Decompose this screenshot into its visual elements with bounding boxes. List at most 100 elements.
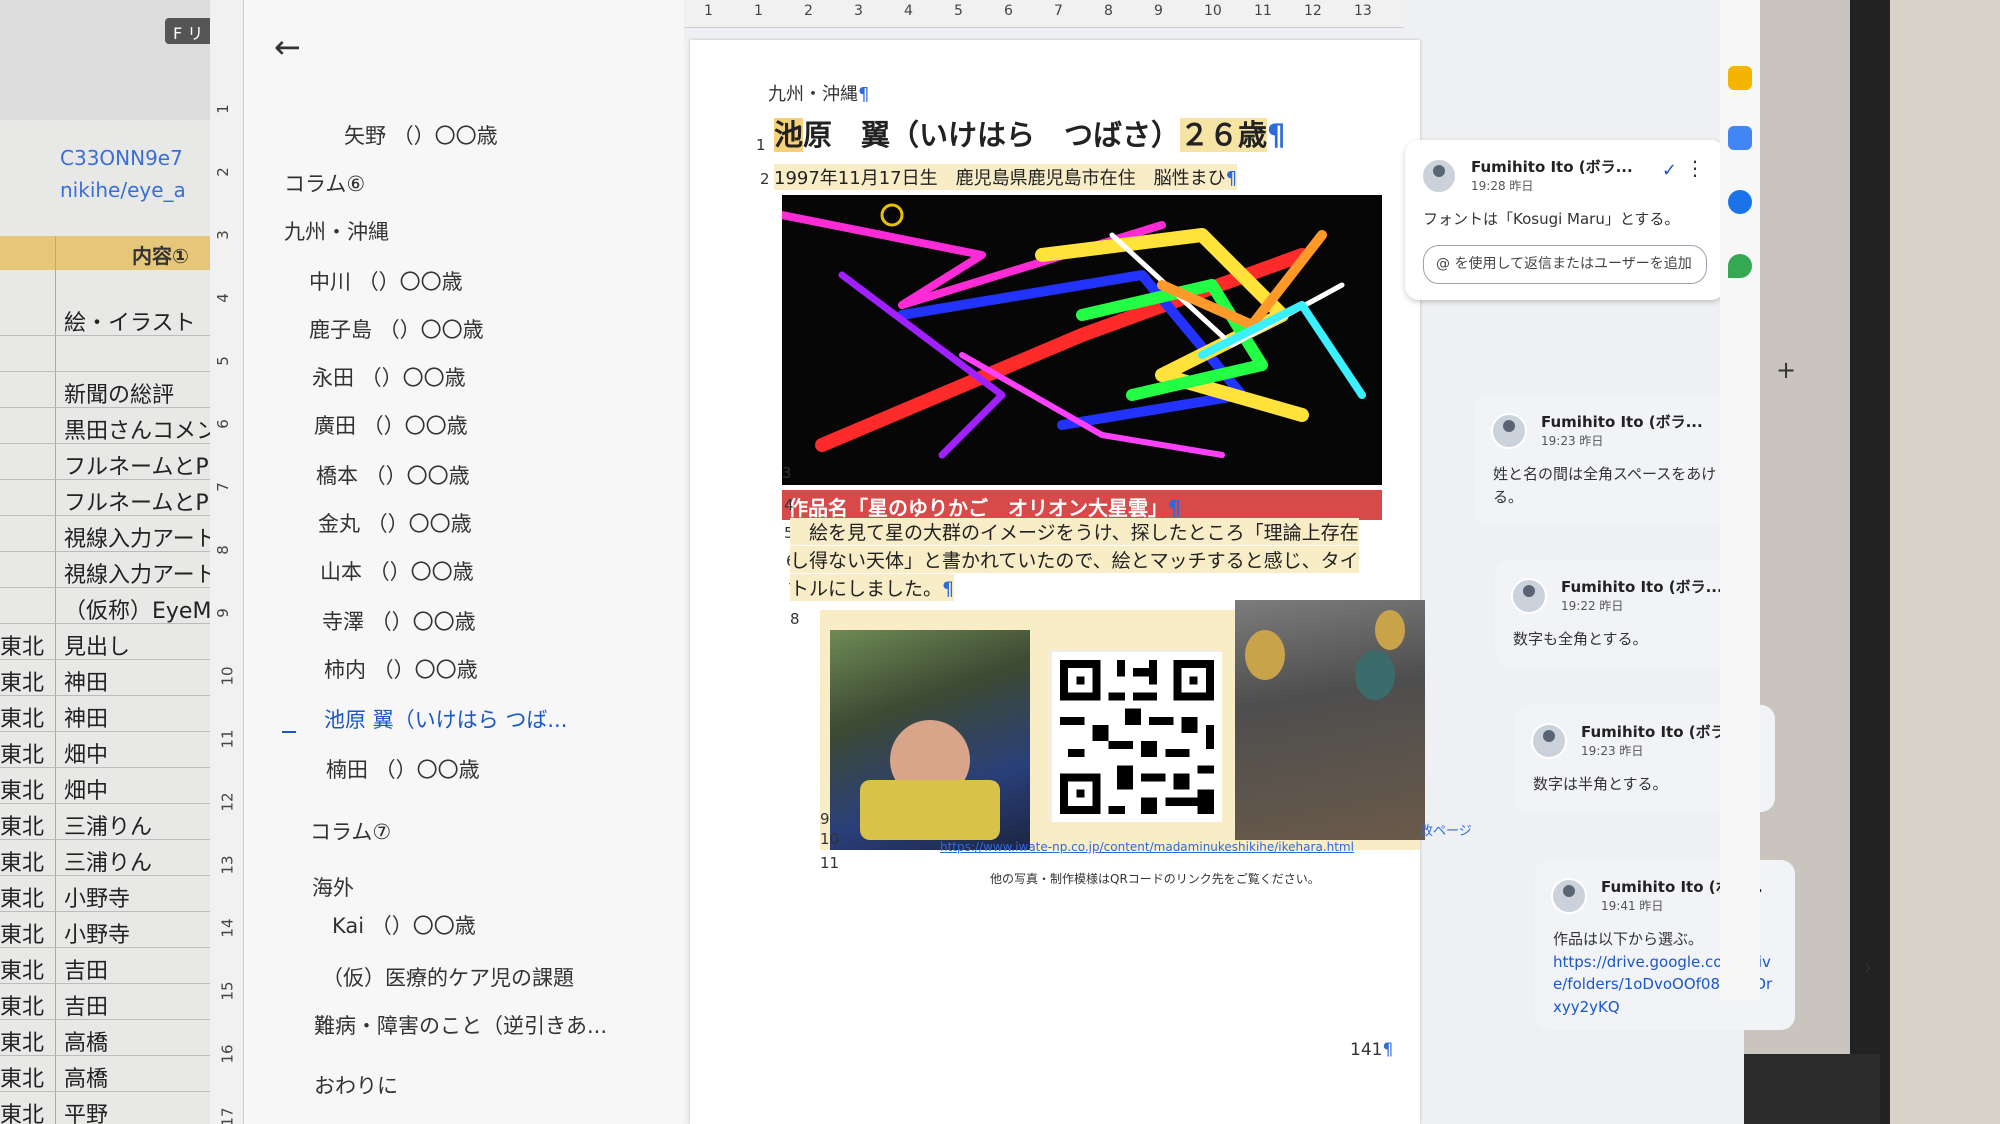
outline-item[interactable]: 池原 翼（いけはら つば... [324,704,567,734]
blanket [860,780,1000,840]
sheet-region-cell[interactable]: 東北 [0,737,52,769]
sheet-content-cell[interactable]: （仮称）EyeMo [64,593,225,625]
profile-line[interactable]: 1997年11月17日生 鹿児島県鹿児島市在住 脳性まひ¶ [774,164,1238,190]
tasks-icon[interactable] [1728,126,1752,150]
back-arrow-icon[interactable]: ← [274,28,301,66]
outline-item[interactable]: 難病・障害のこと（逆引きあ... [314,1010,607,1040]
sheet-content-cell[interactable]: 黒田さんコメン [64,413,218,445]
sheet-region-cell[interactable]: 東北 [0,665,52,697]
outline-item[interactable]: コラム⑥ [284,168,365,198]
sheet-content-cell[interactable]: フルネームとP [64,449,209,481]
sheet-content-cell[interactable]: 神田 [64,665,108,697]
sheet-content-cell[interactable]: 新聞の総評 [64,377,174,409]
comment-card[interactable]: Fumihito Ito (ボラ... 19:23 昨日 姓と名の間は全角スペー… [1475,395,1735,524]
outline-item[interactable]: 矢野 （）〇〇歳 [344,120,498,150]
sheet-content-cell[interactable]: 平野 [64,1097,108,1124]
outline-item[interactable]: 柿内 （）〇〇歳 [324,654,478,684]
outline-item[interactable]: 橋本 （）〇〇歳 [316,460,470,490]
sheet-content-cell[interactable]: 小野寺 [64,917,130,949]
sheet-region-cell[interactable]: 東北 [0,1025,52,1057]
sheet-content-cell[interactable]: 高橋 [64,1025,108,1057]
add-addon-icon[interactable]: + [1776,356,1796,384]
comment-card-active[interactable]: Fumihito Ito (ボラ... 19:28 昨日 ✓ ⋮ フォントは「K… [1405,140,1725,300]
qr-link-url[interactable]: https://www.iwate-np.co.jp/content/madam… [940,840,1354,854]
outline-item[interactable]: 寺澤 （）〇〇歳 [322,606,476,636]
sheet-content-cell[interactable]: 吉田 [64,953,108,985]
sheet-content-cell[interactable]: 神田 [64,701,108,733]
sheet-region-cell[interactable]: 東北 [0,845,52,877]
sheet-content-cell[interactable]: フルネームとP [64,485,209,517]
body-text-line[interactable]: 絵を見て星の大群のイメージをうけ、探したところ「理論上存在 [790,518,1359,545]
sheet-content-cell[interactable]: 高橋 [64,1061,108,1093]
artwork-title[interactable]: 作品名「星のゆりかご オリオン大星雲」¶ [788,492,1181,521]
sheet-region-cell[interactable]: 東北 [0,629,52,661]
avatar [1551,878,1587,914]
line-number: 10 [820,830,840,848]
outline-item[interactable]: 海外 [312,872,354,902]
sheet-region-cell[interactable]: 東北 [0,773,52,805]
chevron-right-icon[interactable]: › [1864,955,1872,979]
sheet-link-1[interactable]: C33ONN9e7 [60,146,183,170]
sheet-region-cell[interactable]: 東北 [0,881,52,913]
artwork-image[interactable] [782,195,1382,485]
document-title[interactable]: 池原 翼（いけはら つばさ）２６歳¶ [774,112,1286,154]
outline-item[interactable]: 山本 （）〇〇歳 [320,556,474,586]
page-number: 141¶ [1350,1040,1394,1060]
outline-item[interactable]: Kai （）〇〇歳 [332,910,476,940]
birthday-photo[interactable] [1235,600,1425,840]
sheet-region-cell[interactable]: 東北 [0,701,52,733]
ruler-tick-label: 8 [1104,3,1113,19]
contacts-icon[interactable] [1728,190,1752,214]
sheet-content-cell[interactable]: 視線入力アート [64,557,217,589]
outline-item[interactable]: 金丸 （）〇〇歳 [318,508,472,538]
avatar [1421,158,1457,194]
sheet-content-cell[interactable]: 畑中 [64,737,108,769]
sheet-region-cell[interactable]: 東北 [0,1061,52,1093]
sheet-content-cell[interactable]: 絵・イラスト [64,305,196,337]
ruler-tick-label: 12 [1304,3,1322,19]
ruler-tick-label: 8 [213,545,232,555]
outline-item[interactable]: 楠田 （）〇〇歳 [326,754,480,784]
outline-item[interactable]: （仮）医療的ケア児の課題 [322,962,574,992]
ruler-tick-label: 5 [954,3,963,19]
sheet-content-cell[interactable]: 吉田 [64,989,108,1021]
document-page[interactable]: 九州・沖縄¶ 1 池原 翼（いけはら つばさ）２６歳¶ 2 1997年11月17… [690,40,1472,1124]
comment-time: 19:22 昨日 [1561,599,1624,613]
sheet-content-cell[interactable]: 三浦りん [64,809,152,841]
sheet-content-cell[interactable]: 三浦りん [64,845,152,877]
body-text-line[interactable]: し得ない天体」と書かれていたので、絵とマッチすると感じ、タイ [790,546,1359,573]
ruler-tick-label: 1 [704,3,713,19]
sheet-region-cell[interactable]: 東北 [0,989,52,1021]
outline-item[interactable]: 廣田 （）〇〇歳 [314,410,468,440]
outline-item[interactable]: コラム⑦ [310,816,391,846]
sheet-region-cell[interactable]: 東北 [0,917,52,949]
sheet-content-cell[interactable]: 見出し [64,629,130,661]
portrait-photo[interactable] [830,630,1030,850]
resolve-check-icon[interactable]: ✓ [1662,160,1677,181]
body-text-line[interactable]: トルにしました。¶ [790,574,955,601]
sheet-content-cell[interactable]: 小野寺 [64,881,130,913]
document-outline-panel: ← 矢野 （）〇〇歳コラム⑥ 九州・沖縄中川 （）〇〇歳 鹿子島 （）〇〇歳 永田 （… [244,0,684,1124]
maps-icon[interactable] [1728,254,1752,278]
sheet-content-cell[interactable]: 畑中 [64,773,108,805]
ruler-tick-label: 10 [1204,3,1222,19]
sheet-region-cell[interactable]: 東北 [0,1097,52,1124]
sheet-region-cell[interactable]: 東北 [0,809,52,841]
outline-item[interactable]: 永田 （）〇〇歳 [312,362,466,392]
ruler-tick-label: 17 [218,1107,237,1124]
ruler-tick-label: 9 [213,608,232,618]
comment-time: 19:23 昨日 [1541,434,1604,448]
sheet-content-cell[interactable]: 視線入力アート [64,521,217,553]
outline-item[interactable]: 中川 （）〇〇歳 [309,266,463,296]
sheet-region-cell[interactable]: 東北 [0,953,52,985]
outline-item[interactable]: おわりに [314,1070,398,1100]
keep-icon[interactable] [1728,66,1752,90]
comment-card[interactable]: Fumihito Ito (ボラ... 19:22 昨日 数字も全角とする。 [1495,560,1755,667]
reply-input[interactable]: @ を使用して返信またはユーザーを追加 [1423,244,1707,284]
outline-item[interactable]: 九州・沖縄 [284,216,389,246]
more-options-icon[interactable]: ⋮ [1685,156,1705,180]
qr-code-image[interactable] [1050,650,1222,822]
outline-item[interactable]: 鹿子島 （）〇〇歳 [309,314,484,344]
sheet-link-2[interactable]: nikihe/eye_a [60,178,186,202]
ruler-tick-label: 7 [1054,3,1063,19]
